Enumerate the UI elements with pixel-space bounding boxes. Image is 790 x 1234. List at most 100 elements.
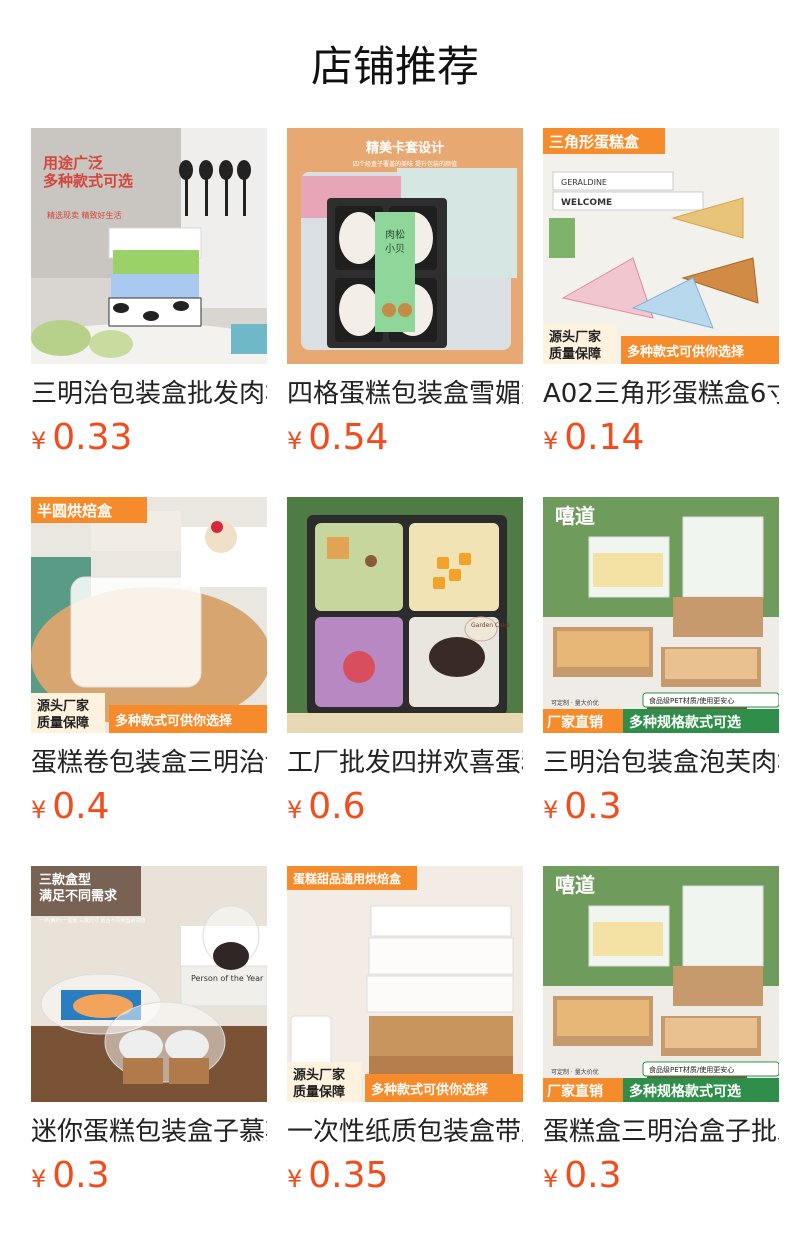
product-price: ¥0.33 <box>31 416 132 460</box>
svg-text:源头厂家: 源头厂家 <box>549 329 602 345</box>
product-card[interactable]: 嘻道可定制 · 量大价优 食品级PET材质/使用更安心厂家直销 多种规格款式可选三明… <box>543 497 779 827</box>
svg-text:质量保障: 质量保障 <box>293 1084 345 1100</box>
currency-symbol: ¥ <box>31 427 47 455</box>
svg-text:多种款式可选: 多种款式可选 <box>43 172 133 190</box>
svg-text:满足不同需求: 满足不同需求 <box>39 888 118 904</box>
product-image-graphic: 肉松小贝 精美卡套设计四个经盒子覆盖的美味 提升包装的颜值 <box>287 128 523 364</box>
price-amount: 0.3 <box>564 1155 622 1196</box>
svg-text:多种规格款式可选: 多种规格款式可选 <box>629 1083 741 1100</box>
svg-text:多种款式可供你选择: 多种款式可供你选择 <box>115 713 233 729</box>
currency-symbol: ¥ <box>543 1165 559 1193</box>
svg-text:三角形蛋糕盒: 三角形蛋糕盒 <box>549 133 640 151</box>
price-amount: 0.14 <box>564 417 645 458</box>
product-image[interactable]: 嘻道可定制 · 量大价优 食品级PET材质/使用更安心厂家直销 多种规格款式可选 <box>543 866 779 1102</box>
svg-text:三款盒型: 三款盒型 <box>39 872 91 888</box>
product-title[interactable]: 迷你蛋糕包装盒子慕斯 <box>31 1112 267 1152</box>
product-card[interactable]: GERALDINE WELCOME 三角形蛋糕盒 源头厂家 质量保障 多种款式可供你选择 A… <box>543 128 779 458</box>
svg-text:Person of the Year: Person of the Year <box>191 974 264 983</box>
price-amount: 0.4 <box>52 786 110 827</box>
svg-text:厂家直销: 厂家直销 <box>547 714 603 731</box>
svg-text:质量保障: 质量保障 <box>549 346 601 362</box>
price-amount: 0.3 <box>564 786 622 827</box>
product-image[interactable]: 嘻道可定制 · 量大价优 食品级PET材质/使用更安心厂家直销 多种规格款式可选 <box>543 497 779 733</box>
price-amount: 0.54 <box>308 417 389 458</box>
product-card[interactable]: Garden Cake工厂批发四拼欢喜蛋糕盒¥0.6 <box>287 497 523 827</box>
price-amount: 0.35 <box>308 1155 389 1196</box>
svg-text:多种款式可供你选择: 多种款式可供你选择 <box>371 1082 489 1098</box>
svg-text:半圆烘焙盒: 半圆烘焙盒 <box>37 502 113 520</box>
product-image[interactable]: 蛋糕甜品通用烘焙盒 源头厂家 质量保障 多种款式可供你选择 <box>287 866 523 1102</box>
product-image[interactable]: 肉松小贝 精美卡套设计四个经盒子覆盖的美味 提升包装的颜值 <box>287 128 523 364</box>
svg-text:GERALDINE: GERALDINE <box>561 178 607 187</box>
product-image-graphic: 蛋糕甜品通用烘焙盒源头厂家质量保障 多种款式可供你选择 <box>287 866 523 1102</box>
svg-text:四个经盒子覆盖的美味 提升包装的颜值: 四个经盒子覆盖的美味 提升包装的颜值 <box>353 160 457 168</box>
svg-text:厂家直销: 厂家直销 <box>547 1083 603 1100</box>
product-image[interactable]: 用途广泛 多种款式可选精选现卖 精致好生活 <box>31 128 267 364</box>
svg-text:食品级PET材质/使用更安心: 食品级PET材质/使用更安心 <box>649 696 734 705</box>
product-title[interactable]: 四格蛋糕包装盒雪媚娘 <box>287 374 523 414</box>
product-card[interactable]: 半圆烘焙盒源头厂家质量保障多种款式可供你选择蛋糕卷包装盒三明治切块¥0.4 <box>31 497 267 827</box>
product-image[interactable]: Garden Cake <box>287 497 523 733</box>
product-price: ¥0.4 <box>31 785 110 829</box>
svg-text:蛋糕甜品通用烘焙盒: 蛋糕甜品通用烘焙盒 <box>293 871 402 886</box>
product-card[interactable]: 嘻道可定制 · 量大价优 食品级PET材质/使用更安心厂家直销 多种规格款式可选蛋糕… <box>543 866 779 1196</box>
svg-text:食品级PET材质/使用更安心: 食品级PET材质/使用更安心 <box>649 1065 734 1074</box>
svg-text:精美卡套设计: 精美卡套设计 <box>366 140 444 156</box>
svg-text:多种款式可供你选择: 多种款式可供你选择 <box>627 344 745 360</box>
product-title[interactable]: 三明治包装盒批发肉松 <box>31 374 267 414</box>
svg-text:质量保障: 质量保障 <box>37 715 89 731</box>
svg-text:精选现卖 精致好生活: 精选现卖 精致好生活 <box>47 210 122 220</box>
svg-text:源头厂家: 源头厂家 <box>37 698 90 714</box>
svg-text:源头厂家: 源头厂家 <box>293 1067 346 1083</box>
currency-symbol: ¥ <box>543 427 559 455</box>
currency-symbol: ¥ <box>543 796 559 824</box>
currency-symbol: ¥ <box>31 796 47 824</box>
product-title[interactable]: 工厂批发四拼欢喜蛋糕盒 <box>287 743 523 783</box>
product-price: ¥0.3 <box>543 785 622 829</box>
product-image-graphic: Garden Cake <box>287 497 523 733</box>
svg-text:WELCOME: WELCOME <box>561 198 612 208</box>
product-image[interactable]: 半圆烘焙盒源头厂家 质量保障 多种款式可供你选择 <box>31 497 267 733</box>
product-grid: 用途广泛 多种款式可选 精选现卖 精致好生活 三明治包装盒批发肉松 ¥0.33 肉松 小贝精… <box>31 128 779 1196</box>
product-title[interactable]: 蛋糕卷包装盒三明治切块 <box>31 743 267 783</box>
product-image-graphic: GERALDINE WELCOME 三角形蛋糕盒源头厂家质量保障 多种款式可供你选择 <box>543 128 779 364</box>
product-title[interactable]: 一次性纸质包装盒带盖 <box>287 1112 523 1152</box>
product-image-graphic: 嘻道可定制 · 量大价优 食品级PET材质/使用更安心厂家直销 多种规格款式可选 <box>543 497 779 733</box>
product-card[interactable]: Person of the Year 三款盒型 满足不同需求一杯/两杯/一盒装 三款… <box>31 866 267 1196</box>
svg-text:肉松: 肉松 <box>385 228 405 241</box>
price-amount: 0.33 <box>52 417 133 458</box>
currency-symbol: ¥ <box>287 796 303 824</box>
product-price: ¥0.3 <box>543 1154 622 1198</box>
svg-text:一杯/两杯/一盒装 三款尺寸 适合不同类型的烘焙: 一杯/两杯/一盒装 三款尺寸 适合不同类型的烘焙 <box>39 917 146 924</box>
product-title[interactable]: 三明治包装盒泡芙肉松 <box>543 743 779 783</box>
product-image[interactable]: Person of the Year 三款盒型 满足不同需求一杯/两杯/一盒装 三款… <box>31 866 267 1102</box>
product-image-graphic: 半圆烘焙盒源头厂家质量保障 多种款式可供你选择 <box>31 497 267 733</box>
product-price: ¥0.3 <box>31 1154 110 1198</box>
price-amount: 0.3 <box>52 1155 110 1196</box>
price-amount: 0.6 <box>308 786 366 827</box>
svg-text:小贝: 小贝 <box>385 243 405 255</box>
currency-symbol: ¥ <box>287 427 303 455</box>
svg-text:可定制 · 量大价优: 可定制 · 量大价优 <box>551 1068 599 1076</box>
product-price: ¥0.14 <box>543 416 644 460</box>
product-image[interactable]: GERALDINE WELCOME 三角形蛋糕盒 源头厂家 质量保障 多种款式可供你选择 <box>543 128 779 364</box>
product-title[interactable]: 蛋糕盒三明治盒子批发 <box>543 1112 779 1152</box>
product-image-graphic: 嘻道可定制 · 量大价优 食品级PET材质/使用更安心厂家直销 多种规格款式可选 <box>543 866 779 1102</box>
product-price: ¥0.35 <box>287 1154 388 1198</box>
product-card[interactable]: 蛋糕甜品通用烘焙盒 源头厂家 质量保障 多种款式可供你选择 一次性纸质包装盒带盖 ¥0.3… <box>287 866 523 1196</box>
svg-text:多种规格款式可选: 多种规格款式可选 <box>629 714 741 731</box>
svg-text:用途广泛: 用途广泛 <box>43 154 103 172</box>
svg-text:Garden Cake: Garden Cake <box>471 622 510 629</box>
product-price: ¥0.54 <box>287 416 388 460</box>
page-title: 店铺推荐 <box>310 42 479 91</box>
svg-text:嘻道: 嘻道 <box>555 873 595 897</box>
product-image-graphic: Person of the Year 三款盒型满足不同需求一杯/两杯/一盒装 三款… <box>31 866 267 1102</box>
currency-symbol: ¥ <box>287 1165 303 1193</box>
product-card[interactable]: 肉松 小贝 精美卡套设计 四个经盒子覆盖的美味 提升包装的颜值 四格蛋糕包装盒雪媚娘 ¥0… <box>287 128 523 458</box>
svg-text:可定制 · 量大价优: 可定制 · 量大价优 <box>551 699 599 707</box>
product-price: ¥0.6 <box>287 785 366 829</box>
product-title[interactable]: A02三角形蛋糕盒6寸 <box>543 374 779 414</box>
svg-text:嘻道: 嘻道 <box>555 504 595 528</box>
currency-symbol: ¥ <box>31 1165 47 1193</box>
product-card[interactable]: 用途广泛 多种款式可选 精选现卖 精致好生活 三明治包装盒批发肉松 ¥0.33 <box>31 128 267 458</box>
